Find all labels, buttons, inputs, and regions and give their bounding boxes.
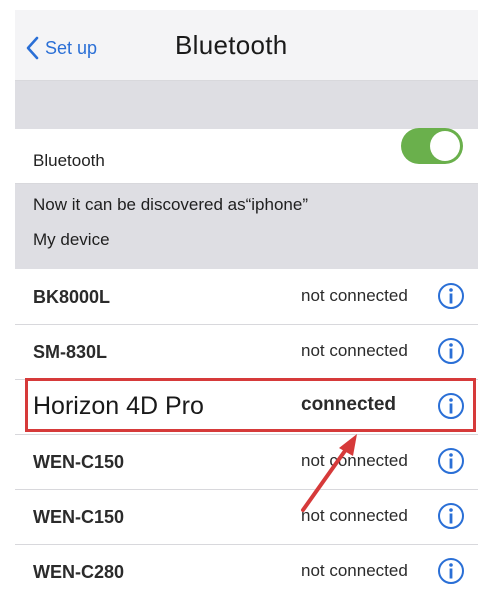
device-status: not connected [301,341,408,360]
back-button[interactable]: Set up [25,34,97,62]
discoverable-info-section: Now it can be discovered as“iphone” My d… [15,184,478,269]
device-row[interactable]: BK8000L not connected [15,270,478,325]
device-row[interactable]: SM-830L not connected [15,325,478,380]
chevron-left-icon [26,36,39,60]
device-name: WEN-C150 [33,507,125,527]
device-status: not connected [301,451,408,470]
device-status: not connected [301,506,408,525]
page-title: Bluetooth [175,30,288,60]
navigation-bar: Set up Bluetooth [15,10,478,81]
section-spacer [15,81,478,129]
device-row[interactable]: WEN-C150 not connected [15,435,478,490]
device-name: BK8000L [33,287,111,307]
info-icon[interactable] [437,557,465,585]
info-icon[interactable] [437,337,465,365]
device-row[interactable]: WEN-C280 not connected [15,545,478,599]
bluetooth-label: Bluetooth [33,151,105,170]
bluetooth-toggle[interactable] [401,128,463,164]
info-icon[interactable] [437,502,465,530]
info-icon[interactable] [437,392,465,420]
back-label: Set up [45,37,98,58]
info-icon[interactable] [437,282,465,310]
info-icon[interactable] [437,447,465,475]
device-row-connected[interactable]: Horizon 4D Pro connected [15,380,478,435]
device-name: WEN-C150 [33,452,125,472]
my-device-header: My device [33,230,110,249]
discoverable-text: Now it can be discovered as“iphone” [33,195,308,214]
device-name: SM-830L [33,342,108,362]
device-name: WEN-C280 [33,562,125,582]
device-name: Horizon 4D Pro [33,392,204,420]
device-status: not connected [301,561,408,580]
device-status: not connected [301,286,408,305]
bluetooth-settings-screen: Set up Bluetooth Bluetooth Now it can be… [15,10,478,599]
device-status: connected [301,394,397,415]
device-row[interactable]: WEN-C150 not connected [15,490,478,545]
toggle-knob [430,131,460,161]
